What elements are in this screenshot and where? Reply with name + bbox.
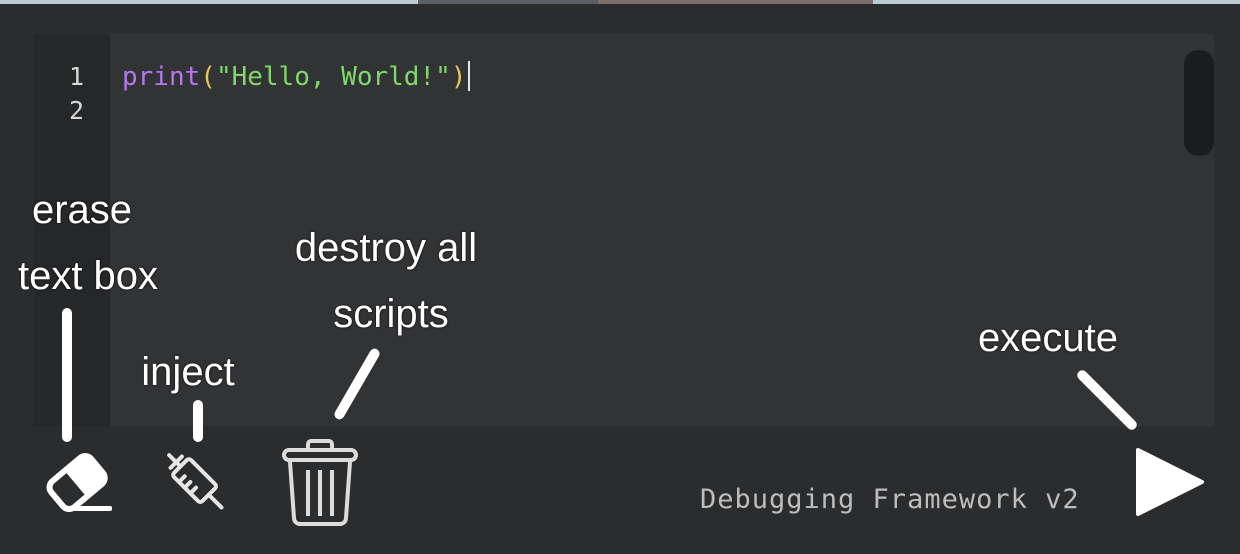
annotation-erase-line1: erase [31,188,133,232]
execute-button[interactable] [1132,446,1208,518]
code-string-token: "Hello, World!" [215,62,451,92]
destroy-all-scripts-button[interactable] [278,434,362,528]
play-icon [1136,448,1204,516]
annotation-destroy-line1: destroy all [294,226,478,270]
annotation-arrow [193,400,203,442]
line-number: 2 [68,96,84,125]
annotation-execute: execute [977,316,1119,360]
line-number: 1 [68,62,84,91]
annotation-destroy-line2: scripts [333,292,449,336]
code-paren-token: ) [450,62,467,92]
code-function-token: print [122,62,201,92]
text-caret [468,61,471,91]
framework-version-label: Debugging Framework v2 [700,484,1080,515]
inject-button[interactable] [154,440,238,524]
syringe-icon [167,453,224,510]
code-line[interactable]: print("Hello, World!") [122,60,471,94]
trash-icon [282,439,358,526]
code-paren-token: ( [200,62,216,92]
executor-panel: 1 2 print("Hello, World!") Debugging Fra… [0,4,1240,554]
eraser-icon [46,453,112,513]
annotation-inject: inject [141,350,235,394]
editor-scrollbar[interactable] [1184,50,1214,156]
erase-button[interactable] [38,444,116,514]
annotation-arrow [62,308,72,442]
annotation-erase-line2: text box [17,254,159,298]
